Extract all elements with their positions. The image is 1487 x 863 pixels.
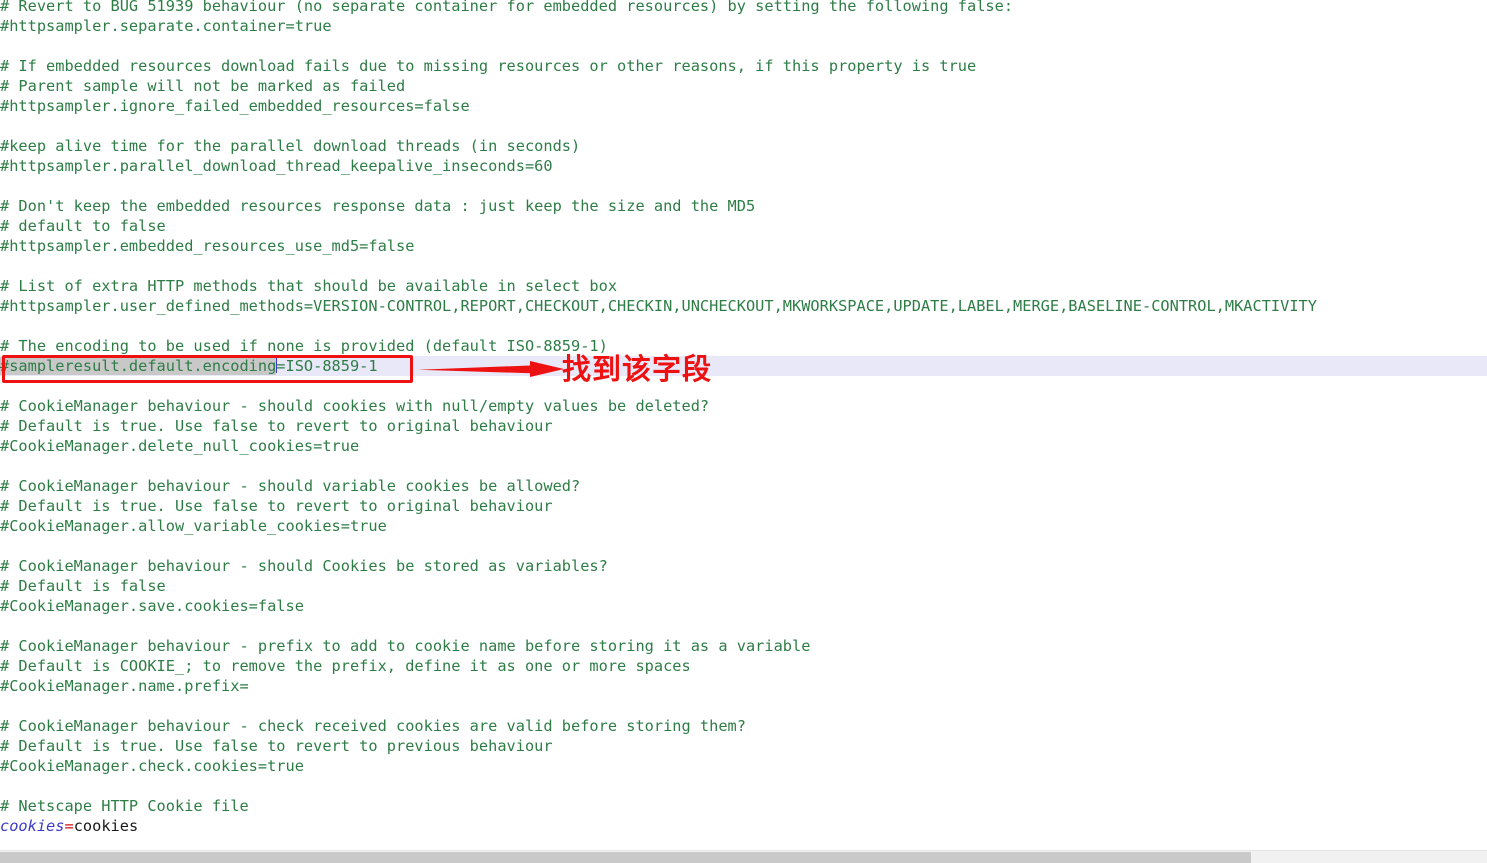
code-area[interactable]: # Revert to BUG 51939 behaviour (no sepa… <box>0 0 1487 836</box>
code-line-blank[interactable] <box>0 116 1487 136</box>
code-line[interactable]: # CookieManager behaviour - should varia… <box>0 476 1487 496</box>
property-value[interactable]: cookies <box>74 817 138 835</box>
code-line[interactable]: # Don't keep the embedded resources resp… <box>0 196 1487 216</box>
property-key[interactable]: cookies <box>0 817 64 835</box>
code-line[interactable]: # CookieManager behaviour - should cooki… <box>0 396 1487 416</box>
code-line-blank[interactable] <box>0 536 1487 556</box>
code-line-blank[interactable] <box>0 256 1487 276</box>
code-line-property-cookies[interactable]: cookies=cookies <box>0 816 1487 836</box>
code-line[interactable]: # Netscape HTTP Cookie file <box>0 796 1487 816</box>
code-line[interactable]: #CookieManager.save.cookies=false <box>0 596 1487 616</box>
code-line[interactable]: #keep alive time for the parallel downlo… <box>0 136 1487 156</box>
properties-file-editor[interactable]: # Revert to BUG 51939 behaviour (no sepa… <box>0 0 1487 863</box>
code-line-blank[interactable] <box>0 176 1487 196</box>
code-line[interactable]: # Default is false <box>0 576 1487 596</box>
code-line[interactable]: #httpsampler.embedded_resources_use_md5=… <box>0 236 1487 256</box>
code-line[interactable]: #CookieManager.allow_variable_cookies=tr… <box>0 516 1487 536</box>
code-line[interactable]: #CookieManager.name.prefix= <box>0 676 1487 696</box>
property-value-text[interactable]: =ISO-8859-1 <box>276 357 377 375</box>
code-line[interactable]: # Default is true. Use false to revert t… <box>0 416 1487 436</box>
code-line[interactable]: # Revert to BUG 51939 behaviour (no sepa… <box>0 0 1487 16</box>
code-line[interactable]: # List of extra HTTP methods that should… <box>0 276 1487 296</box>
code-line-blank[interactable] <box>0 456 1487 476</box>
code-line[interactable]: # Default is COOKIE_; to remove the pref… <box>0 656 1487 676</box>
selected-property-key[interactable]: #sampleresult.default.encoding <box>0 357 277 375</box>
code-line[interactable]: # If embedded resources download fails d… <box>0 56 1487 76</box>
code-line[interactable]: #httpsampler.ignore_failed_embedded_reso… <box>0 96 1487 116</box>
horizontal-scroll-thumb[interactable] <box>0 852 1251 863</box>
code-line[interactable]: #httpsampler.user_defined_methods=VERSIO… <box>0 296 1487 316</box>
code-line[interactable]: #CookieManager.check.cookies=true <box>0 756 1487 776</box>
code-line[interactable]: # Default is true. Use false to revert t… <box>0 496 1487 516</box>
code-line-blank[interactable] <box>0 36 1487 56</box>
code-line[interactable]: # CookieManager behaviour - prefix to ad… <box>0 636 1487 656</box>
code-line[interactable]: #httpsampler.separate.container=true <box>0 16 1487 36</box>
code-line[interactable]: #CookieManager.delete_null_cookies=true <box>0 436 1487 456</box>
code-line-blank[interactable] <box>0 616 1487 636</box>
code-line-blank[interactable] <box>0 696 1487 716</box>
property-equals: = <box>64 817 74 835</box>
code-line[interactable]: # The encoding to be used if none is pro… <box>0 336 1487 356</box>
code-line-blank[interactable] <box>0 376 1487 396</box>
code-line[interactable]: # CookieManager behaviour - should Cooki… <box>0 556 1487 576</box>
code-line-blank[interactable] <box>0 316 1487 336</box>
code-line[interactable]: #httpsampler.parallel_download_thread_ke… <box>0 156 1487 176</box>
code-line[interactable]: # Parent sample will not be marked as fa… <box>0 76 1487 96</box>
code-line[interactable]: # default to false <box>0 216 1487 236</box>
code-line[interactable]: # Default is true. Use false to revert t… <box>0 736 1487 756</box>
code-line[interactable]: # CookieManager behaviour - check receiv… <box>0 716 1487 736</box>
code-line-active[interactable]: #sampleresult.default.encoding=ISO-8859-… <box>0 356 1487 376</box>
code-line-blank[interactable] <box>0 776 1487 796</box>
horizontal-scrollbar[interactable] <box>0 850 1487 863</box>
